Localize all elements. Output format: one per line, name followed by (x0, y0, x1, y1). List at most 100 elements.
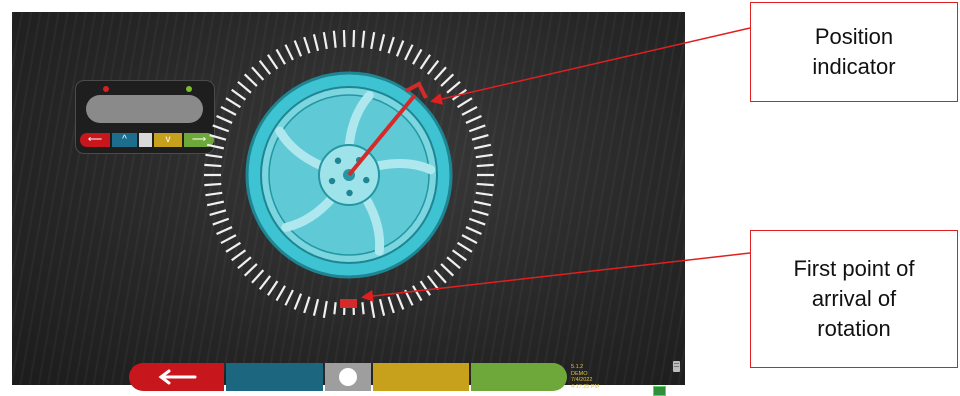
position-indicator-callout: Position indicator (750, 2, 958, 102)
back-arrow-icon (157, 369, 197, 385)
scale-tick (413, 49, 422, 64)
scale-tick (462, 107, 477, 115)
scale-tick (226, 98, 240, 107)
scale-tick (210, 135, 226, 140)
scale-tick (413, 286, 422, 301)
scale-tick (260, 276, 270, 289)
scale-tick (477, 184, 494, 185)
scale-tick (252, 270, 263, 283)
scale-tick (447, 257, 460, 268)
scale-tick (469, 125, 485, 131)
first-point-label: First point of arrival of rotation (793, 254, 914, 344)
scale-tick (295, 41, 301, 57)
time-text: 4:17:25 PM (571, 384, 599, 391)
lug-nut (363, 177, 369, 183)
scale-tick (314, 299, 318, 315)
scale-tick (217, 227, 233, 234)
scale-tick (304, 37, 309, 53)
scale-tick (380, 299, 384, 315)
scale-tick (268, 55, 278, 69)
scale-tick (380, 34, 384, 50)
scale-tick (405, 45, 412, 60)
function-bar (129, 363, 567, 391)
scale-tick (245, 74, 257, 86)
scale-tick (334, 302, 335, 314)
scale-tick (277, 286, 286, 301)
scale-tick (435, 270, 446, 283)
scale-tick (207, 202, 224, 206)
position-indicator-label: Position indicator (812, 22, 895, 82)
scale-tick (458, 98, 472, 107)
scale-tick (232, 250, 246, 260)
scale-tick (389, 37, 394, 53)
scale-tick (476, 193, 493, 195)
scale-tick (477, 165, 494, 166)
scale-tick (466, 116, 482, 123)
wheel-graphic (12, 12, 685, 385)
scale-tick (268, 281, 278, 295)
lug-nut (335, 158, 341, 164)
scale-tick (207, 145, 224, 149)
scale-tick (389, 297, 394, 313)
scale-tick (285, 45, 292, 60)
scale-tick (205, 155, 222, 157)
f5-button[interactable] (471, 363, 567, 391)
scale-tick (453, 90, 467, 100)
first-point-callout: First point of arrival of rotation (750, 230, 958, 368)
lug-nut (346, 190, 352, 196)
scale-tick (213, 219, 229, 225)
first-point-marker (340, 299, 357, 308)
scale-tick (324, 32, 327, 49)
device-icon (673, 361, 680, 372)
scale-tick (458, 243, 472, 252)
scale-tick (397, 41, 403, 57)
scale-tick (472, 135, 488, 140)
scale-tick (447, 82, 460, 93)
scale-tick (213, 125, 229, 131)
scale-tick (285, 290, 292, 305)
scale-tick (474, 202, 491, 206)
scale-tick (469, 219, 485, 225)
scale-tick (295, 294, 301, 310)
scale-tick (453, 250, 467, 260)
scale-tick (353, 30, 354, 47)
f4-button[interactable] (373, 363, 469, 391)
scale-tick (344, 30, 345, 47)
scale-tick (362, 302, 363, 314)
scale-tick (232, 90, 246, 100)
scale-tick (245, 264, 257, 276)
f2-button[interactable] (226, 363, 323, 391)
scale-tick (428, 276, 438, 289)
scale-tick (405, 290, 412, 305)
scale-tick (435, 67, 446, 80)
scale-tick (226, 243, 240, 252)
status-icon (653, 386, 666, 396)
scale-tick (472, 210, 488, 215)
scale-tick (238, 257, 251, 268)
scale-tick (324, 301, 327, 318)
scale-tick (260, 61, 270, 74)
scale-tick (252, 67, 263, 80)
scale-tick (466, 227, 482, 234)
scale-tick (221, 107, 236, 115)
scale-tick (277, 49, 286, 64)
scale-tick (476, 155, 493, 157)
lug-nut (329, 178, 335, 184)
scale-tick (314, 34, 318, 50)
scale-tick (217, 116, 233, 123)
system-info: 5.1.2 DEMO 7/4/2022 4:17:25 PM (571, 364, 599, 390)
dot-icon (339, 368, 357, 386)
scale-tick (204, 184, 221, 185)
scale-tick (362, 31, 364, 48)
back-button[interactable] (129, 363, 224, 391)
scale-tick (441, 74, 453, 86)
scale-tick (205, 193, 222, 195)
f3-button[interactable] (325, 363, 371, 391)
scale-tick (304, 297, 309, 313)
scale-tick (441, 264, 453, 276)
scale-tick (371, 32, 374, 49)
scale-tick (397, 294, 403, 310)
scale-tick (474, 145, 491, 149)
scale-tick (421, 281, 431, 295)
scale-tick (238, 82, 251, 93)
